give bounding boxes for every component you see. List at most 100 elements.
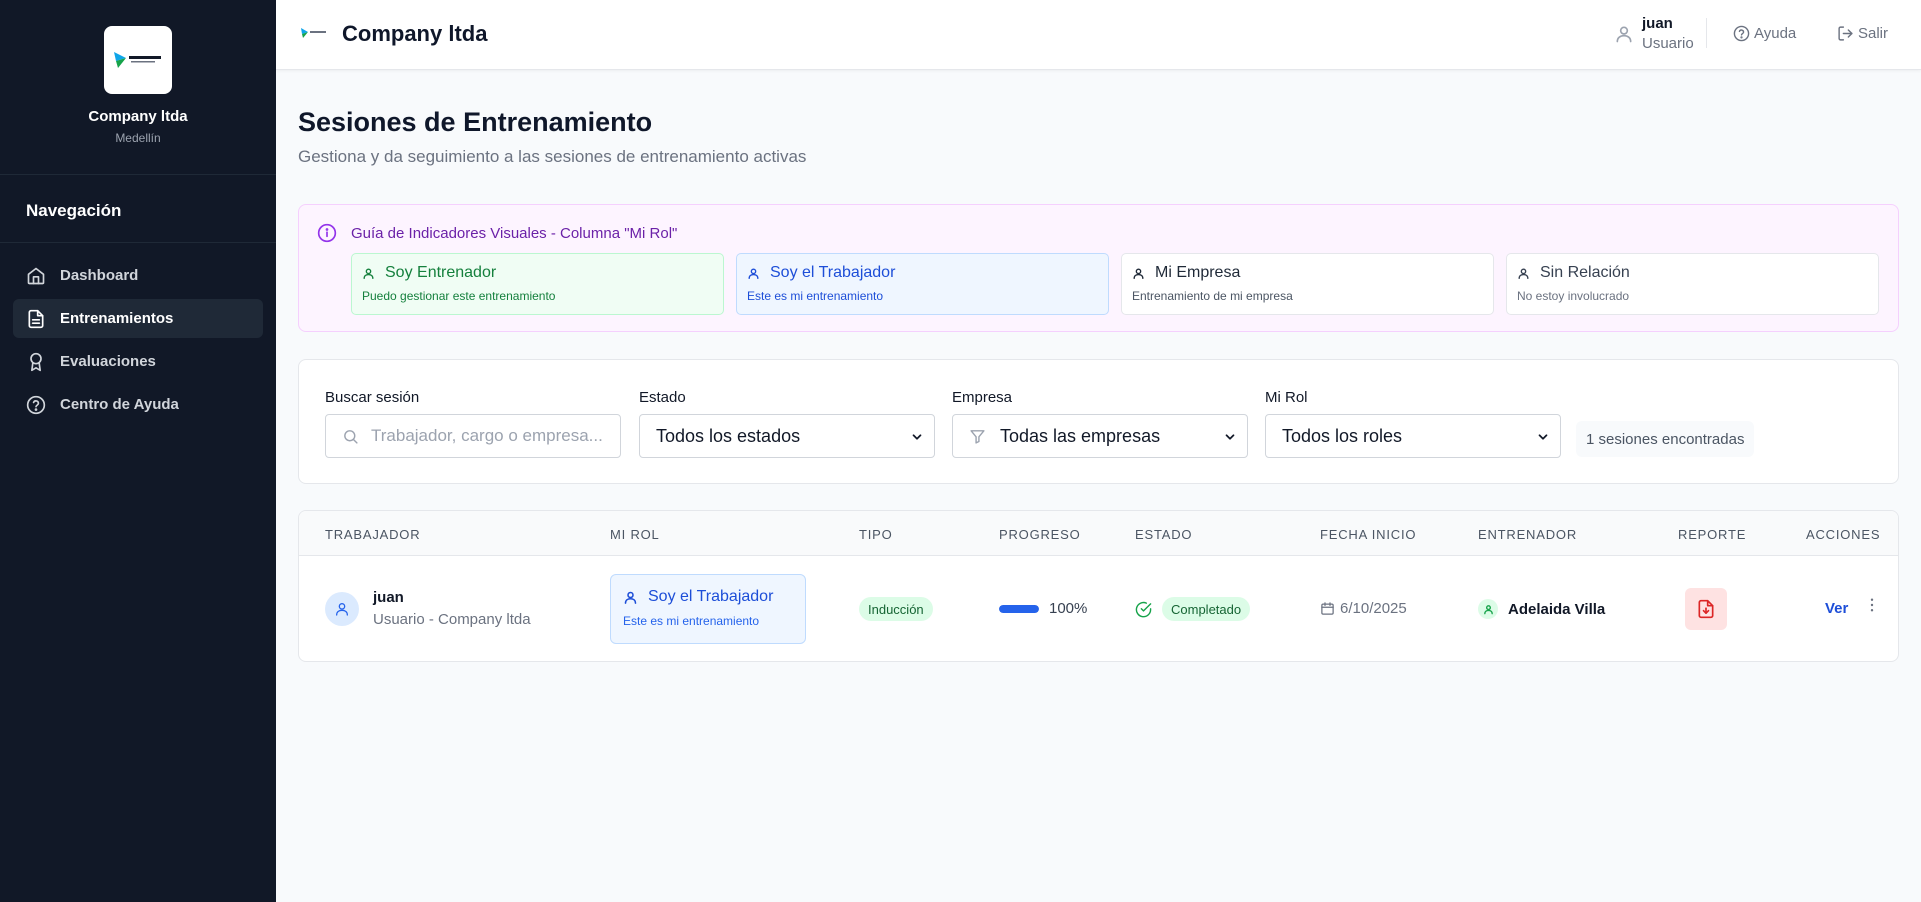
company-logo: [104, 26, 172, 94]
role-desc: Este es mi entrenamiento: [623, 614, 760, 628]
nav-title: Navegación: [0, 175, 276, 243]
visual-indicator-guide: Guía de Indicadores Visuales - Columna "…: [298, 204, 1899, 332]
user-icon: [1518, 267, 1529, 279]
home-icon: [27, 267, 45, 284]
more-vertical-icon: [1870, 598, 1874, 612]
worker-avatar: [325, 592, 359, 626]
table-row[interactable]: juan Usuario - Company ltda Soy el Traba…: [299, 556, 1898, 661]
file-download-icon: [1698, 599, 1714, 619]
filters-panel: Buscar sesión Trabajador, cargo o empres…: [298, 359, 1899, 484]
guide-card-desc: Puedo gestionar este entrenamiento: [362, 289, 556, 303]
pdf-report-button[interactable]: [1685, 588, 1727, 630]
filter-icon: [970, 429, 985, 444]
sessions-table: TRABAJADOR MI ROL TIPO PROGRESO ESTADO F…: [298, 510, 1899, 662]
th-progreso: PROGRESO: [999, 527, 1081, 542]
user-menu[interactable]: juan Usuario: [1614, 14, 1694, 54]
progress-fill: [999, 604, 1039, 613]
check-circle-icon: [1135, 601, 1152, 617]
role-title: Soy el Trabajador: [648, 588, 774, 605]
fecha-value: 6/10/2025: [1340, 600, 1407, 617]
trainer-cell: Adelaida Villa: [1478, 599, 1605, 619]
guide-card-title: Soy Entrenador: [385, 264, 497, 281]
th-fecha-inicio: FECHA INICIO: [1320, 527, 1417, 542]
view-link[interactable]: Ver: [1825, 600, 1848, 617]
info-icon: [317, 223, 337, 243]
search-group: Buscar sesión Trabajador, cargo o empres…: [325, 389, 621, 458]
user-icon: [1483, 604, 1493, 614]
table-header: TRABAJADOR MI ROL TIPO PROGRESO ESTADO F…: [299, 511, 1898, 556]
sidebar-item-entrenamientos[interactable]: Entrenamientos: [13, 299, 263, 338]
user-role: Usuario: [1642, 35, 1694, 52]
progress-text: 100%: [1049, 600, 1088, 617]
estado-select[interactable]: Todos los estados: [639, 414, 935, 458]
th-mi-rol: MI ROL: [610, 527, 660, 542]
th-acciones: ACCIONES: [1806, 527, 1881, 542]
progress-bar: [999, 604, 1039, 613]
brand-name: Company ltda: [88, 108, 188, 125]
sidebar-item-label: Entrenamientos: [60, 310, 174, 327]
estado-cell: Completado: [1135, 597, 1251, 621]
results-count: 1 sesiones encontradas: [1576, 421, 1755, 457]
guide-title: Guía de Indicadores Visuales - Columna "…: [351, 224, 678, 242]
header-divider: [1706, 18, 1707, 48]
header-title: Company ltda: [342, 21, 488, 46]
chevron-down-icon: [912, 434, 922, 440]
empresa-value: Todas las empresas: [1000, 425, 1161, 446]
sidebar-item-label: Centro de Ayuda: [60, 396, 179, 413]
th-entrenador: ENTRENADOR: [1478, 527, 1578, 542]
guide-card-trabajador: Soy el Trabajador Este es mi entrenamien…: [736, 253, 1109, 315]
trainer-name: Adelaida Villa: [1508, 600, 1606, 618]
chevron-down-icon: [1538, 434, 1548, 440]
header-logo: [300, 26, 328, 45]
role-indicator: Soy el Trabajador Este es mi entrenamien…: [610, 574, 806, 644]
award-icon: [30, 352, 42, 371]
guide-card-mi-empresa: Mi Empresa Entrenamiento de mi empresa: [1121, 253, 1494, 315]
th-tipo: TIPO: [859, 527, 893, 542]
page-subtitle: Gestiona y da seguimiento a las sesiones…: [298, 147, 807, 166]
document-icon: [28, 309, 44, 328]
help-circle-icon: [26, 395, 46, 414]
th-estado: ESTADO: [1135, 527, 1193, 542]
sidebar-item-label: Dashboard: [60, 267, 139, 284]
tipo-cell: Inducción: [859, 597, 933, 621]
help-button[interactable]: Ayuda: [1733, 25, 1796, 42]
brand-city: Medellín: [115, 131, 161, 145]
guide-card-sin-relacion: Sin Relación No estoy involucrado: [1506, 253, 1879, 315]
th-reporte: REPORTE: [1678, 527, 1747, 542]
guide-card-desc: Este es mi entrenamiento: [747, 289, 884, 303]
search-icon: [344, 429, 358, 444]
user-icon: [1133, 267, 1144, 279]
search-label: Buscar sesión: [325, 389, 420, 406]
calendar-icon: [1321, 602, 1334, 615]
rol-select[interactable]: Todos los roles: [1265, 414, 1561, 458]
empresa-group: Empresa Todas las empresas: [952, 389, 1248, 458]
user-icon: [363, 267, 374, 279]
user-icon: [336, 603, 348, 616]
user-icon: [624, 591, 637, 604]
rol-label: Mi Rol: [1265, 389, 1308, 406]
sidebar-item-dashboard[interactable]: Dashboard: [13, 256, 263, 295]
help-circle-icon: [1733, 25, 1750, 42]
logout-label: Salir: [1858, 25, 1889, 42]
worker-subtitle: Usuario - Company ltda: [373, 611, 531, 628]
user-name: juan: [1642, 15, 1673, 32]
empresa-select[interactable]: Todas las empresas: [952, 414, 1248, 458]
more-actions-button[interactable]: [1863, 596, 1881, 619]
guide-card-desc: Entrenamiento de mi empresa: [1132, 289, 1293, 303]
guide-card-title: Sin Relación: [1540, 264, 1630, 281]
worker-name: juan: [373, 589, 404, 606]
guide-card-desc: No estoy involucrado: [1517, 289, 1630, 303]
tipo-badge: Inducción: [859, 597, 933, 621]
user-icon: [1616, 26, 1632, 43]
sidebar-item-evaluaciones[interactable]: Evaluaciones: [13, 342, 263, 381]
rol-group: Mi Rol Todos los roles: [1265, 389, 1561, 458]
sidebar-item-centro-de-ayuda[interactable]: Centro de Ayuda: [13, 385, 263, 424]
user-icon: [748, 267, 759, 279]
logout-button[interactable]: Salir: [1837, 25, 1888, 42]
search-input[interactable]: Trabajador, cargo o empresa...: [325, 414, 621, 458]
guide-card-title: Mi Empresa: [1155, 264, 1241, 281]
estado-group: Estado Todos los estados: [639, 389, 935, 458]
status-badge: Completado: [1162, 597, 1251, 621]
progress-cell: 100%: [999, 600, 1087, 617]
sidebar-nav: Dashboard Entrenamientos Evaluaciones Ce…: [0, 243, 276, 424]
